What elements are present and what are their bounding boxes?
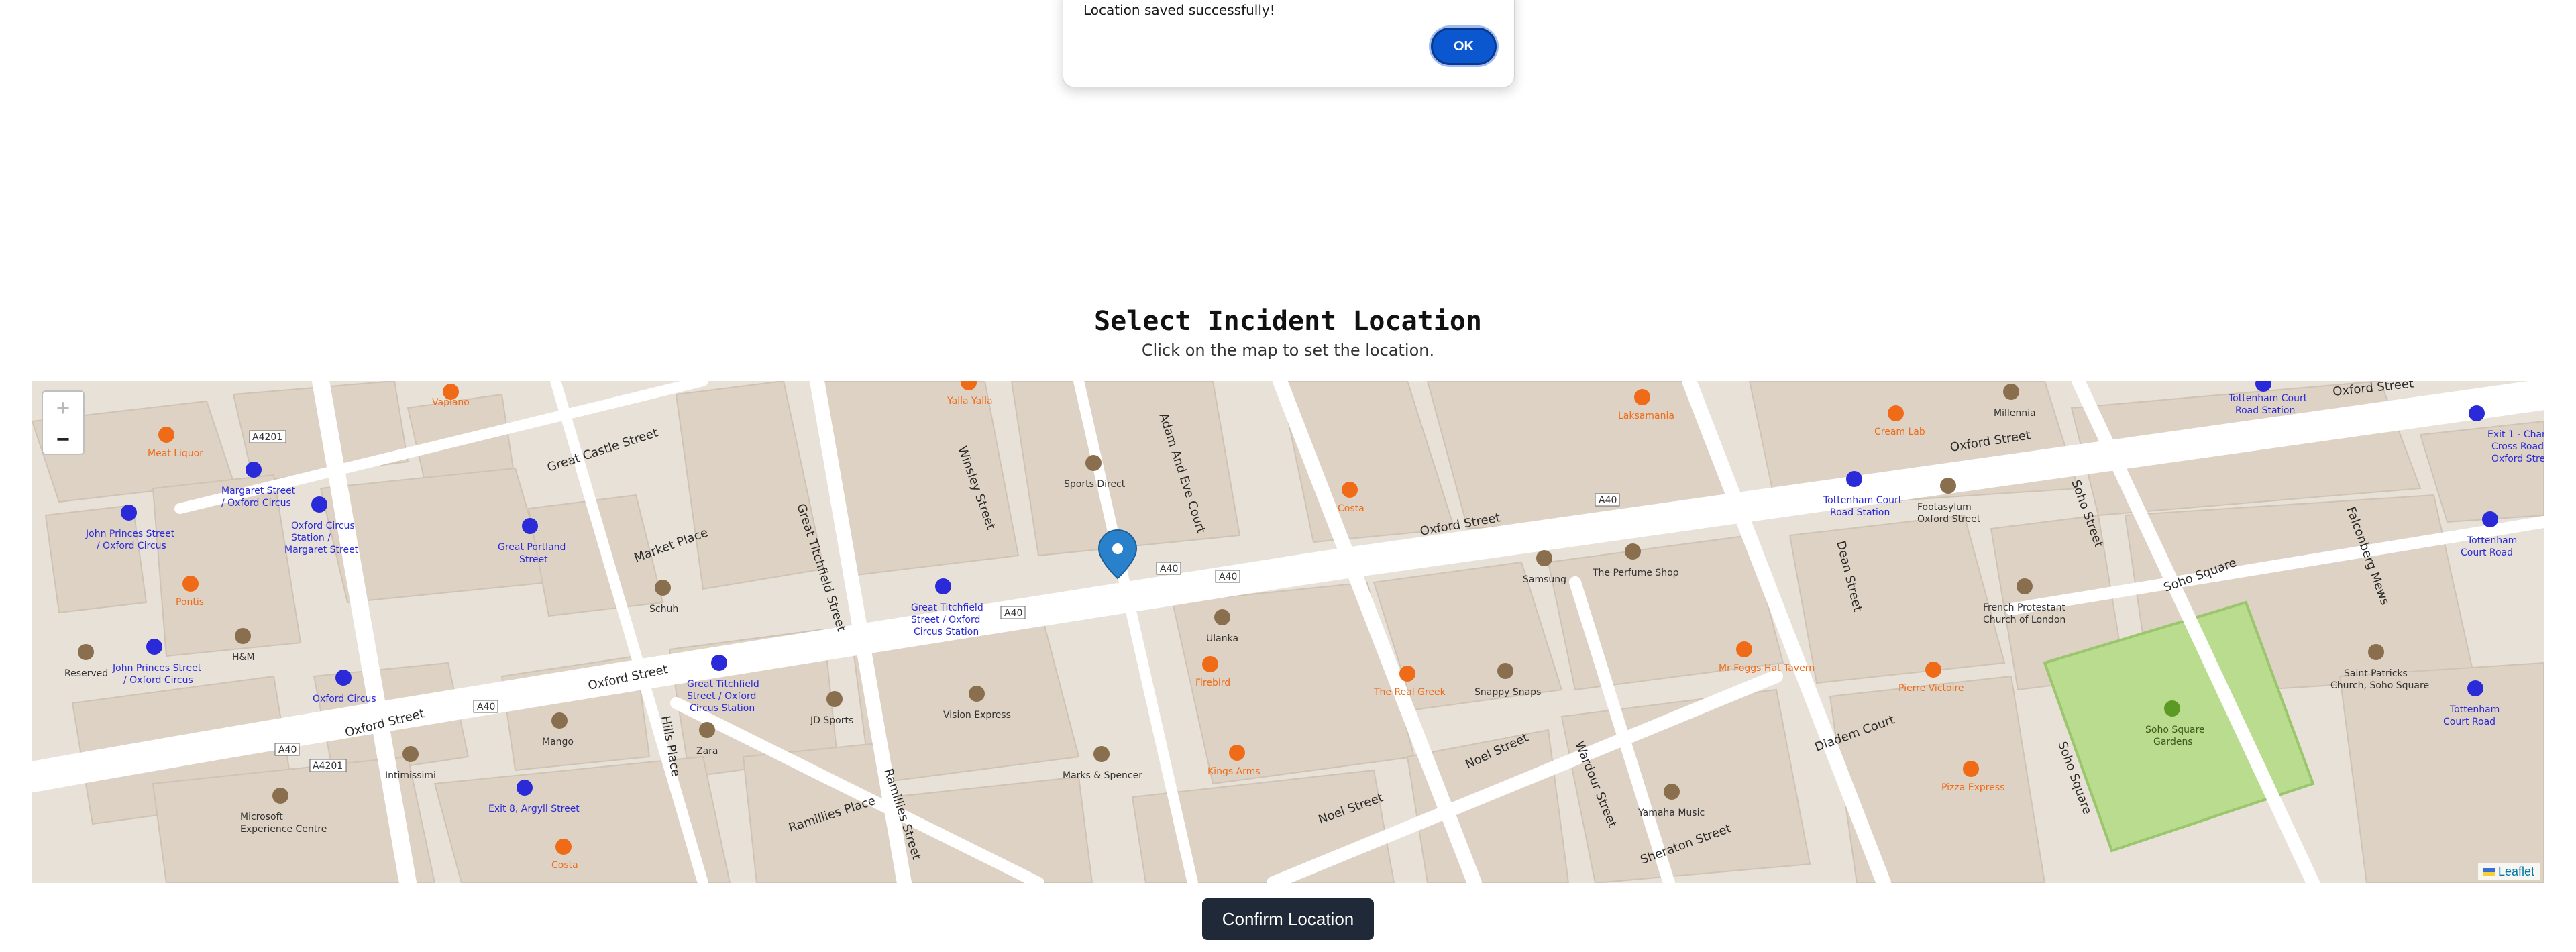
svg-text:JD Sports: JD Sports	[810, 715, 853, 726]
svg-text:Yamaha Music: Yamaha Music	[1638, 808, 1705, 818]
svg-text:A4201: A4201	[252, 432, 282, 443]
svg-text:A40: A40	[477, 702, 495, 712]
svg-text:Experience Centre: Experience Centre	[240, 824, 327, 835]
svg-text:Road Station: Road Station	[1830, 507, 1890, 518]
svg-text:Snappy Snaps: Snappy Snaps	[1474, 687, 1541, 698]
svg-text:Saint Patricks: Saint Patricks	[2344, 668, 2408, 679]
zoom-control: + −	[42, 390, 85, 455]
svg-text:Pizza Express: Pizza Express	[1941, 782, 2004, 793]
svg-text:Mango: Mango	[542, 737, 574, 747]
svg-text:Tottenham Court: Tottenham Court	[2228, 393, 2308, 404]
page-title: Select Incident Location	[1094, 306, 1482, 337]
svg-text:A40: A40	[1004, 608, 1022, 619]
svg-text:Marks & Spencer: Marks & Spencer	[1063, 770, 1142, 781]
svg-text:Firebird: Firebird	[1195, 678, 1230, 688]
page-subtitle: Click on the map to set the location.	[1141, 341, 1435, 360]
svg-text:Road Station: Road Station	[2235, 405, 2295, 416]
svg-text:A40: A40	[1599, 495, 1617, 506]
svg-text:Court Road: Court Road	[2443, 717, 2496, 727]
svg-text:A40: A40	[1219, 572, 1237, 582]
svg-text:Pontis: Pontis	[176, 597, 204, 608]
svg-text:Reserved: Reserved	[64, 668, 108, 679]
svg-text:Circus Station: Circus Station	[914, 627, 979, 637]
svg-text:Great Titchfield: Great Titchfield	[911, 602, 983, 613]
svg-text:Footasylum: Footasylum	[1917, 502, 1972, 513]
map-canvas[interactable]: A40 A40 A40 A40 A40 A40 A4201 A4201 Oxfo…	[32, 381, 2544, 883]
confirm-location-button[interactable]: Confirm Location	[1202, 898, 1374, 940]
svg-text:Great Portland: Great Portland	[498, 542, 566, 553]
svg-text:Costa: Costa	[1338, 503, 1364, 514]
svg-text:Street: Street	[519, 554, 548, 565]
svg-text:Oxford Street: Oxford Street	[2491, 454, 2544, 464]
svg-text:Tottenham Court: Tottenham Court	[1823, 495, 1902, 506]
svg-text:Street / Oxford: Street / Oxford	[687, 691, 756, 702]
svg-text:/ Oxford Circus: / Oxford Circus	[221, 498, 291, 509]
svg-text:Sports Direct: Sports Direct	[1064, 479, 1126, 490]
svg-text:Mr Foggs Hat Tavern: Mr Foggs Hat Tavern	[1719, 663, 1815, 674]
svg-text:Oxford Street: Oxford Street	[1917, 514, 1981, 525]
svg-text:Samsung: Samsung	[1523, 574, 1566, 585]
svg-text:Tottenham: Tottenham	[2449, 704, 2500, 715]
map-tiles: A40 A40 A40 A40 A40 A40 A4201 A4201 Oxfo…	[32, 381, 2544, 883]
svg-text:Exit 8, Argyll Street: Exit 8, Argyll Street	[488, 804, 580, 814]
svg-text:John Princes Street: John Princes Street	[112, 663, 202, 674]
svg-text:Tottenham: Tottenham	[2467, 535, 2517, 546]
svg-text:Court Road: Court Road	[2461, 547, 2513, 558]
zoom-in-button[interactable]: +	[43, 392, 83, 423]
svg-text:A40: A40	[278, 745, 297, 755]
svg-text:Station /: Station /	[291, 533, 331, 543]
svg-text:Kings Arms: Kings Arms	[1208, 766, 1260, 777]
svg-text:Oxford Circus: Oxford Circus	[291, 521, 355, 531]
svg-text:H&M: H&M	[232, 652, 255, 663]
svg-text:Vision Express: Vision Express	[943, 710, 1011, 721]
svg-text:Zara: Zara	[696, 746, 718, 757]
svg-text:Gardens: Gardens	[2153, 737, 2193, 747]
alert-dialog: Location saved successfully! OK	[1063, 0, 1515, 87]
svg-text:Church, Soho Square: Church, Soho Square	[2330, 680, 2429, 691]
flag-icon	[2483, 868, 2496, 877]
svg-text:/ Oxford Circus: / Oxford Circus	[97, 541, 166, 551]
svg-text:Intimissimi: Intimissimi	[385, 770, 436, 781]
ok-button[interactable]: OK	[1431, 28, 1497, 65]
svg-text:A40: A40	[1160, 564, 1178, 574]
svg-text:Cream Lab: Cream Lab	[1874, 427, 1925, 437]
svg-text:Church of London: Church of London	[1983, 615, 2065, 625]
zoom-out-button[interactable]: −	[43, 423, 83, 454]
svg-text:Vapiano: Vapiano	[432, 397, 470, 408]
svg-text:Margaret Street: Margaret Street	[284, 545, 359, 556]
svg-text:Meat Liquor: Meat Liquor	[148, 448, 203, 459]
svg-text:Exit 1 - Charing: Exit 1 - Charing	[2487, 429, 2544, 440]
leaflet-link[interactable]: Leaflet	[2498, 865, 2534, 878]
svg-text:John Princes Street: John Princes Street	[85, 529, 175, 539]
svg-text:Costa: Costa	[551, 860, 578, 871]
svg-text:Ulanka: Ulanka	[1206, 633, 1238, 644]
svg-text:Great Titchfield: Great Titchfield	[687, 679, 759, 690]
svg-text:Street / Oxford: Street / Oxford	[911, 615, 980, 625]
svg-text:Microsoft: Microsoft	[240, 812, 283, 823]
svg-text:Oxford Circus: Oxford Circus	[313, 694, 376, 704]
svg-text:Margaret Street: Margaret Street	[221, 486, 296, 496]
svg-text:The Perfume Shop: The Perfume Shop	[1592, 568, 1679, 578]
dialog-message: Location saved successfully!	[1083, 2, 1275, 18]
svg-text:Cross Road /: Cross Road /	[2491, 441, 2544, 452]
svg-text:Yalla Yalla: Yalla Yalla	[947, 396, 993, 407]
svg-text:Soho Square: Soho Square	[2145, 725, 2205, 735]
svg-text:Laksamania: Laksamania	[1618, 411, 1674, 421]
svg-text:Millennia: Millennia	[1994, 408, 2036, 419]
svg-text:A4201: A4201	[313, 761, 343, 772]
svg-text:Circus Station: Circus Station	[690, 703, 755, 714]
svg-text:Schuh: Schuh	[649, 604, 678, 615]
svg-text:/ Oxford Circus: / Oxford Circus	[123, 675, 193, 686]
svg-text:Pierre Victoire: Pierre Victoire	[1898, 683, 1964, 694]
svg-text:The Real Greek: The Real Greek	[1373, 687, 1446, 698]
map-attribution: Leaflet	[2477, 863, 2540, 880]
svg-text:French Protestant: French Protestant	[1983, 602, 2066, 613]
